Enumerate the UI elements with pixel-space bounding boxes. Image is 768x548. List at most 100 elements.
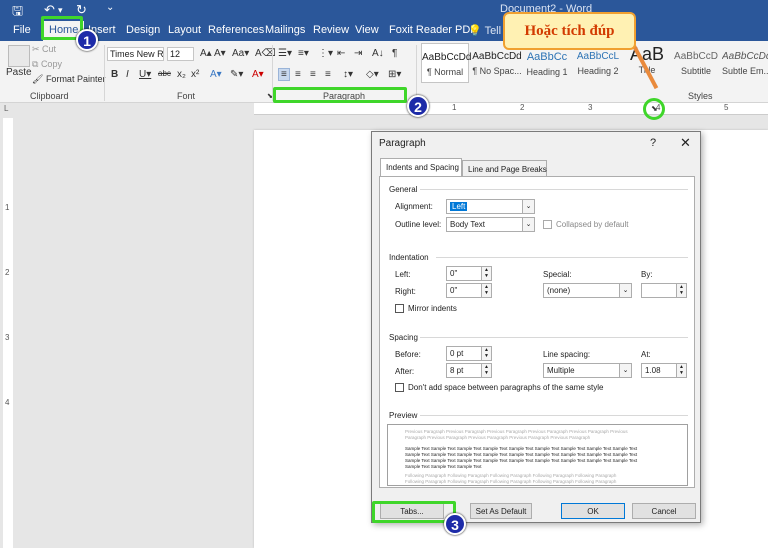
paste-icon[interactable] xyxy=(8,45,30,67)
dont-add-space-checkbox[interactable] xyxy=(395,383,404,392)
tab-layout[interactable]: Layout xyxy=(168,24,201,36)
chevron-down-icon: ⌄ xyxy=(619,284,631,297)
tabs-button-highlight xyxy=(372,501,456,523)
tab-references[interactable]: References xyxy=(208,24,264,36)
sort-button[interactable]: A↓ xyxy=(372,48,384,59)
font-size-box[interactable]: 12 xyxy=(167,47,194,61)
tab-file[interactable]: File xyxy=(13,24,31,36)
borders-button[interactable]: ⊞▾ xyxy=(388,69,401,80)
section-divider xyxy=(420,415,688,416)
mirror-indents-label: Mirror indents xyxy=(408,304,457,313)
chevron-down-icon: ⌄ xyxy=(619,364,631,377)
font-dialog-launcher-icon[interactable]: ⬊ xyxy=(267,92,273,100)
alignment-select[interactable]: Left ⌄ xyxy=(446,199,535,214)
preview-heading: Preview xyxy=(389,411,418,420)
tab-foxit[interactable]: Foxit Reader PDF xyxy=(389,24,477,36)
outline-level-select[interactable]: Body Text ⌄ xyxy=(446,217,535,232)
after-label: After: xyxy=(395,367,415,376)
at-input[interactable]: 1.08 ▲ ▼ xyxy=(641,363,687,378)
ruler-mark: 5 xyxy=(724,103,729,112)
style-subtitle[interactable]: AaBbCcD Subtitle xyxy=(672,43,720,83)
paragraph-dialog-launcher-icon[interactable]: ⬊ xyxy=(651,104,658,113)
tab-view[interactable]: View xyxy=(355,24,379,36)
section-divider xyxy=(436,257,688,258)
mirror-indents-checkbox[interactable] xyxy=(395,304,404,313)
right-indent-label: Right: xyxy=(395,287,416,296)
outline-level-value: Body Text xyxy=(450,220,485,229)
callout-double-click: Hoặc tích đúp xyxy=(503,12,636,50)
font-color-button[interactable]: A▾ xyxy=(252,69,264,80)
tab-line-and-page-breaks[interactable]: Line and Page Breaks xyxy=(462,160,547,177)
bold-button[interactable]: B xyxy=(111,69,118,80)
styles-group-label: Styles xyxy=(688,91,713,101)
underline-button[interactable]: U▾ xyxy=(139,69,151,80)
ok-button[interactable]: OK xyxy=(561,503,625,519)
spin-down-icon: ▼ xyxy=(484,370,489,376)
font-name-box[interactable]: Times New Ro xyxy=(107,47,164,61)
center-button[interactable]: ≡ xyxy=(295,69,301,80)
left-indent-input[interactable]: 0" ▲ ▼ xyxy=(446,266,492,281)
set-as-default-button[interactable]: Set As Default xyxy=(470,503,532,519)
text-effects-button[interactable]: A▾ xyxy=(210,69,222,80)
before-input[interactable]: 0 pt ▲ ▼ xyxy=(446,346,492,361)
alignment-value: Left xyxy=(450,202,468,211)
after-input[interactable]: 8 pt ▲ ▼ xyxy=(446,363,492,378)
superscript-button[interactable]: x² xyxy=(191,69,199,80)
ribbon-tab-bar: File Home Insert Design Layout Reference… xyxy=(0,20,768,41)
highlight-button[interactable]: ✎▾ xyxy=(230,69,243,80)
line-spacing-select[interactable]: Multiple ⌄ xyxy=(543,363,632,378)
tab-review[interactable]: Review xyxy=(313,24,349,36)
close-icon[interactable]: ✕ xyxy=(680,135,691,151)
tab-mailings[interactable]: Mailings xyxy=(265,24,305,36)
italic-button[interactable]: I xyxy=(126,69,129,80)
copy-label: Copy xyxy=(40,59,62,69)
numbering-button[interactable]: ≡▾ xyxy=(298,48,309,59)
change-case-button[interactable]: Aa▾ xyxy=(232,48,249,59)
cut-button[interactable]: ✂ Cut xyxy=(32,44,56,55)
strikethrough-button[interactable]: abc xyxy=(158,69,171,78)
shrink-font-button[interactable]: A▾ xyxy=(214,48,226,59)
align-right-button[interactable]: ≡ xyxy=(310,69,316,80)
customize-toolbar-icon[interactable]: ⌄ xyxy=(106,2,114,13)
spinner[interactable]: ▲ ▼ xyxy=(481,364,491,377)
paste-button[interactable]: Paste xyxy=(6,67,32,78)
right-indent-input[interactable]: 0" ▲ ▼ xyxy=(446,283,492,298)
grow-font-button[interactable]: A▴ xyxy=(200,48,212,59)
cancel-button[interactable]: Cancel xyxy=(632,503,696,519)
tab-selector-icon[interactable]: L xyxy=(4,104,8,113)
format-painter-button[interactable]: 🖌 Format Painter xyxy=(32,74,105,85)
style-subtle-emphasis[interactable]: AaBbCcDd Subtle Em... xyxy=(722,43,768,83)
shading-button[interactable]: ◇▾ xyxy=(366,69,379,80)
align-left-button[interactable]: ≡ xyxy=(278,68,290,81)
subscript-button[interactable]: x₂ xyxy=(177,69,186,80)
multilevel-list-button[interactable]: ⋮▾ xyxy=(318,48,333,59)
spinner[interactable]: ▲ ▼ xyxy=(676,364,686,377)
tab-design[interactable]: Design xyxy=(126,24,160,36)
style-name: ¶ No Spac... xyxy=(472,66,522,76)
style-name: Subtle Em... xyxy=(722,66,768,76)
line-spacing-button[interactable]: ↕▾ xyxy=(343,69,353,80)
help-button[interactable]: ? xyxy=(650,137,656,149)
preview-sample-line: Sample Text Sample Text Sample Text Samp… xyxy=(405,452,638,457)
spinner[interactable]: ▲ ▼ xyxy=(481,347,491,360)
horizontal-ruler[interactable]: 1 2 3 4 5 xyxy=(254,103,768,115)
undo-menu-icon[interactable]: ▾ xyxy=(58,5,63,16)
increase-indent-button[interactable]: ⇥ xyxy=(354,48,362,59)
spinner[interactable]: ▲ ▼ xyxy=(676,284,686,297)
decrease-indent-button[interactable]: ⇤ xyxy=(337,48,345,59)
line-spacing-value: Multiple xyxy=(547,366,575,375)
collapsed-checkbox[interactable] xyxy=(543,220,552,229)
special-select[interactable]: (none) ⌄ xyxy=(543,283,632,298)
at-label: At: xyxy=(641,350,651,359)
show-marks-button[interactable]: ¶ xyxy=(392,48,397,59)
spinner[interactable]: ▲ ▼ xyxy=(481,267,491,280)
special-label: Special: xyxy=(543,270,572,279)
tab-indents-and-spacing[interactable]: Indents and Spacing xyxy=(380,158,462,177)
by-input[interactable]: ▲ ▼ xyxy=(641,283,687,298)
chevron-down-icon: ⌄ xyxy=(522,218,534,231)
copy-button[interactable]: ⧉ Copy xyxy=(32,59,62,70)
justify-button[interactable]: ≡ xyxy=(325,69,331,80)
spinner[interactable]: ▲ ▼ xyxy=(481,284,491,297)
bullets-button[interactable]: ☰▾ xyxy=(278,48,292,59)
style-normal[interactable]: AaBbCcDd ¶ Normal xyxy=(421,43,471,83)
